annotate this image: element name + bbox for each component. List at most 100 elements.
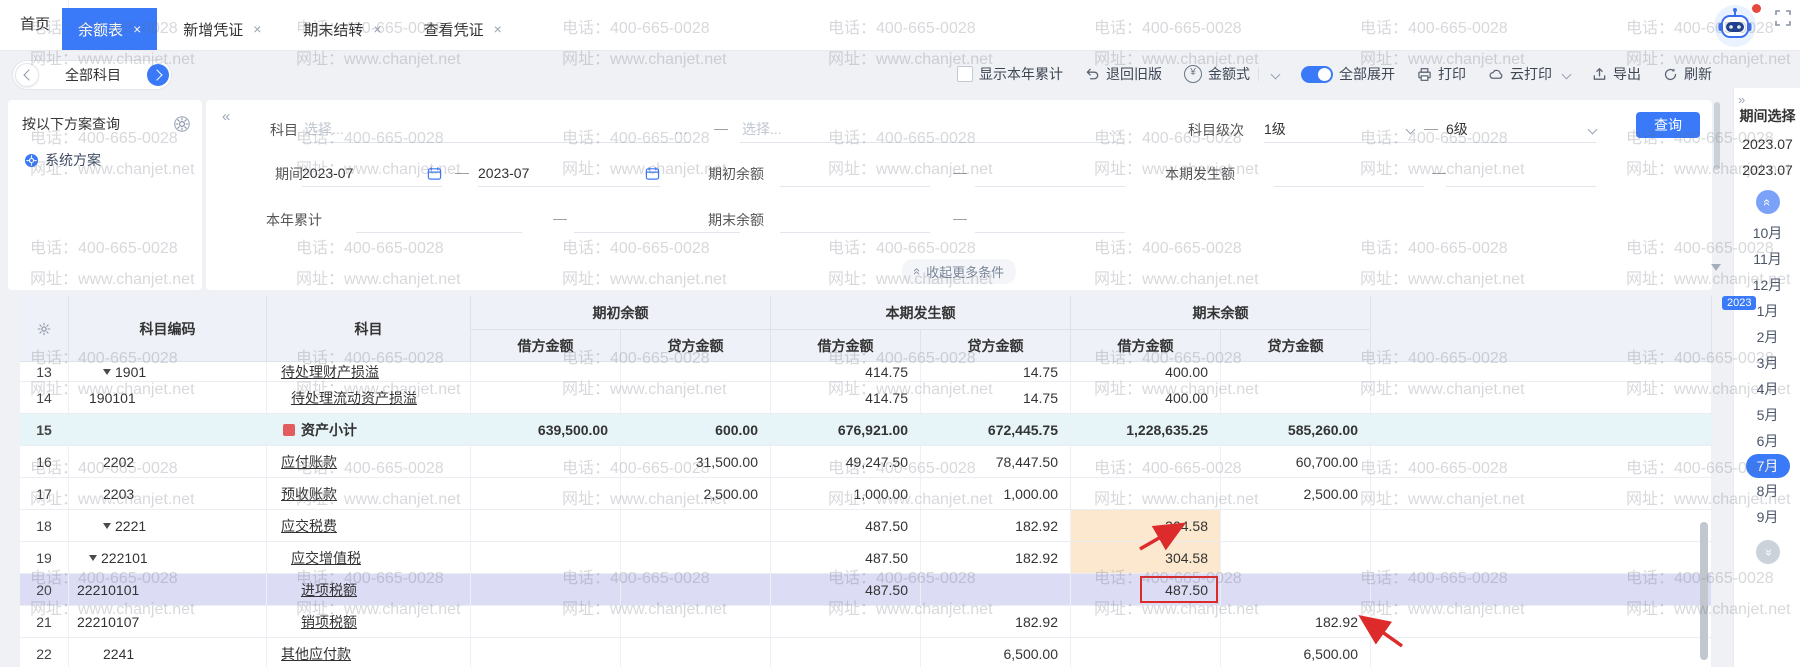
period-to-picker[interactable]: 2023-07 (478, 160, 660, 187)
fullscreen-icon[interactable] (1774, 9, 1792, 27)
tab-1[interactable]: 新增凭证× (167, 8, 277, 50)
tab-close-icon[interactable]: × (253, 21, 261, 37)
month-item-11[interactable]: 9月 (1734, 504, 1800, 530)
prev-subject-button[interactable] (15, 63, 39, 87)
tab-close-icon[interactable]: × (494, 21, 502, 37)
end-balance-to-input[interactable] (975, 210, 1125, 228)
amount-style-dropdown[interactable]: ¥ 金额式 (1184, 64, 1279, 84)
table-row-14[interactable]: 14190101待处理流动资产损溢414.7514.75400.00 (20, 382, 1712, 414)
subject-link[interactable]: 应交增值税 (291, 548, 361, 568)
tab-close-icon[interactable]: × (373, 21, 381, 37)
refresh-button[interactable]: 刷新 (1663, 64, 1712, 84)
year-total-from-field[interactable] (356, 206, 522, 233)
begin-balance-to-input[interactable] (975, 164, 1125, 182)
scroll-months-up-button[interactable]: « (1756, 190, 1780, 214)
table-row-16[interactable]: 162202应付账款31,500.0049,247.5078,447.5060,… (20, 446, 1712, 478)
tab-3[interactable]: 查看凭证× (408, 8, 518, 50)
scrollbar-thumb[interactable] (1700, 522, 1708, 660)
month-item-0[interactable]: 10月 (1734, 220, 1800, 246)
month-item-7[interactable]: 5月 (1734, 402, 1800, 428)
subject-link[interactable]: 销项税额 (301, 612, 357, 632)
table-row-15[interactable]: 15资产小计639,500.00600.00676,921.00672,445.… (20, 414, 1712, 446)
subject-from-field[interactable]: … (302, 116, 690, 143)
print-button[interactable]: 打印 (1417, 64, 1466, 84)
current-to-input[interactable] (1446, 164, 1596, 182)
scheme-settings-gear-icon[interactable] (174, 116, 190, 132)
table-row-22[interactable]: 222241其他应付款6,500.006,500.00 (20, 638, 1712, 667)
table-row-18[interactable]: 182221应交税费487.50182.92304.58 (20, 510, 1712, 542)
scroll-down-arrow-icon[interactable] (1711, 264, 1721, 271)
ellipsis-picker-icon[interactable]: … (672, 121, 690, 137)
subject-to-field[interactable]: … (740, 116, 1124, 143)
month-item-2[interactable]: 12月 (1734, 272, 1800, 298)
month-item-8[interactable]: 6月 (1734, 428, 1800, 454)
amount-cell (621, 362, 771, 381)
assistant-robot-icon[interactable] (1712, 3, 1758, 49)
expand-triangle-icon[interactable] (103, 523, 111, 529)
end-balance-from-input[interactable] (780, 210, 930, 228)
collapse-more-button[interactable]: « 收起更多条件 (902, 259, 1016, 284)
subject-link[interactable]: 应付账款 (281, 452, 337, 472)
tab-close-icon[interactable]: × (133, 21, 141, 37)
header-gear-cell[interactable] (20, 296, 69, 362)
month-item-5[interactable]: 3月 (1734, 350, 1800, 376)
table-scrollbar[interactable] (1700, 296, 1708, 667)
end-balance-from-field[interactable] (780, 206, 930, 233)
subject-from-input[interactable] (302, 120, 672, 138)
month-item-6[interactable]: 4月 (1734, 376, 1800, 402)
refresh-icon (1663, 67, 1678, 82)
period-from-picker[interactable]: 2023-07 (302, 160, 442, 187)
period-from[interactable]: 2023.07 (1734, 136, 1800, 152)
expand-triangle-icon[interactable] (89, 555, 97, 561)
export-button[interactable]: 导出 (1592, 64, 1641, 84)
amount-cell (1071, 606, 1221, 637)
table-row-20[interactable]: 2022210101进项税额487.50487.50 (20, 574, 1712, 606)
scroll-months-down-button[interactable]: « (1756, 540, 1780, 564)
current-from-input[interactable] (1274, 164, 1424, 182)
expand-triangle-icon[interactable] (103, 369, 111, 375)
current-to-field[interactable] (1446, 160, 1596, 187)
year-total-from-input[interactable] (356, 210, 522, 228)
subject-link[interactable]: 待处理流动资产损溢 (291, 388, 417, 408)
expand-all-toggle[interactable]: 全部展开 (1301, 64, 1395, 84)
period-to[interactable]: 2023.07 (1734, 162, 1800, 178)
table-row-21[interactable]: 2122210107销项税额182.92182.92 (20, 606, 1712, 638)
month-item-1[interactable]: 11月 (1734, 246, 1800, 272)
filler-cell (1371, 542, 1712, 573)
begin-balance-to-field[interactable] (975, 160, 1125, 187)
begin-balance-from-input[interactable] (780, 164, 930, 182)
end-balance-to-field[interactable] (975, 206, 1125, 233)
subject-code-cell: 2203 (69, 478, 267, 509)
checkbox-icon[interactable] (957, 66, 973, 82)
show-year-total-toggle[interactable]: 显示本年累计 (957, 64, 1063, 84)
level-from-select[interactable]: 1级 (1264, 116, 1414, 143)
toggle-on-icon[interactable] (1301, 66, 1333, 83)
cloud-print-dropdown[interactable]: 云打印 (1488, 64, 1570, 84)
month-item-10[interactable]: 8月 (1734, 478, 1800, 504)
table-row-19[interactable]: 19222101应交增值税487.50182.92304.58 (20, 542, 1712, 574)
tab-2[interactable]: 期末结转× (287, 8, 397, 50)
panel-collapse-icon[interactable]: » (1738, 92, 1745, 107)
month-item-4[interactable]: 2月 (1734, 324, 1800, 350)
scheme-item-system[interactable]: 系统方案 (8, 134, 202, 170)
subject-link[interactable]: 进项税额 (301, 580, 357, 600)
level-to-select[interactable]: 6级 (1446, 116, 1596, 143)
scrollbar-thumb[interactable] (1714, 102, 1720, 170)
subject-link[interactable]: 待处理财产损溢 (281, 362, 379, 381)
table-row-13[interactable]: 131901待处理财产损溢414.7514.75400.00 (20, 362, 1712, 382)
next-subject-button[interactable] (147, 64, 169, 86)
tab-0[interactable]: 余额表× (62, 8, 157, 50)
ellipsis-picker-icon[interactable]: … (1106, 121, 1124, 137)
subject-link[interactable]: 其他应付款 (281, 644, 351, 664)
table-row-17[interactable]: 172203预收账款2,500.001,000.001,000.002,500.… (20, 478, 1712, 510)
back-to-old-button[interactable]: 退回旧版 (1085, 64, 1162, 84)
subject-link[interactable]: 预收账款 (281, 484, 337, 504)
subject-navigator-label[interactable]: 全部科目 (41, 65, 145, 85)
subject-to-input[interactable] (740, 120, 1106, 138)
begin-balance-from-field[interactable] (780, 160, 930, 187)
subject-link[interactable]: 应交税费 (281, 516, 337, 536)
month-item-9[interactable]: 7月 (1746, 454, 1790, 478)
current-from-field[interactable] (1274, 160, 1424, 187)
search-button[interactable]: 查询 (1636, 112, 1700, 138)
page-scrollbar[interactable] (1714, 100, 1720, 290)
